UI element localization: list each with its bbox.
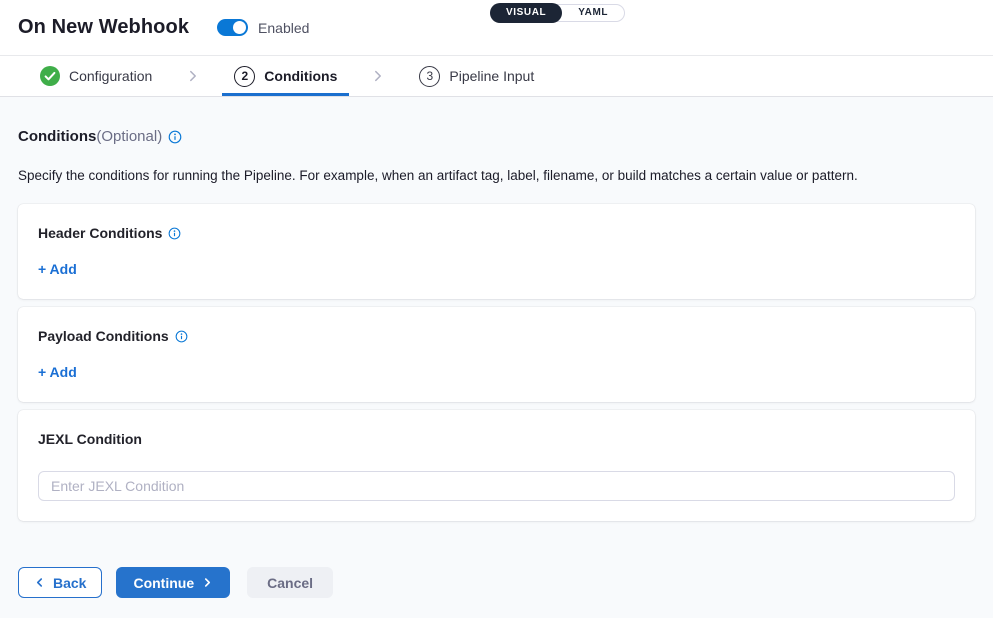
conditions-panel: Conditions (Optional) Specify the condit… [0,97,993,618]
conditions-heading-row: Conditions (Optional) [18,97,975,145]
add-payload-condition-button[interactable]: + Add [38,364,77,380]
info-icon[interactable] [175,330,188,343]
check-circle-icon [40,66,60,86]
cancel-button-label: Cancel [267,575,313,591]
yaml-mode-button[interactable]: YAML [562,4,624,22]
step-pipeline-input[interactable]: 3 Pipeline Input [407,56,546,96]
optional-label: (Optional) [96,128,162,145]
enabled-toggle-label: Enabled [258,20,309,36]
back-button-label: Back [53,575,86,591]
conditions-description: Specify the conditions for running the P… [18,168,975,183]
chevron-right-icon [371,69,385,83]
conditions-heading: Conditions [18,128,96,145]
header-conditions-card: Header Conditions + Add [18,204,975,299]
jexl-condition-card: JEXL Condition [18,410,975,521]
add-header-condition-button[interactable]: + Add [38,261,77,277]
step-label: Conditions [264,68,337,84]
visual-yaml-switch: VISUAL YAML [490,4,625,22]
step-label: Configuration [69,68,152,84]
webhook-wizard-page: On New Webhook Enabled VISUAL YAML Confi… [0,0,993,619]
step-label: Pipeline Input [449,68,534,84]
jexl-condition-title-row: JEXL Condition [38,431,955,447]
page-title: On New Webhook [18,16,189,39]
step-conditions[interactable]: 2 Conditions [222,56,349,96]
info-icon[interactable] [168,130,182,144]
wizard-footer: Back Continue Cancel [18,567,975,598]
enabled-toggle[interactable] [217,19,248,36]
header-conditions-title: Header Conditions [38,225,162,241]
step-number: 3 [419,66,440,87]
chevron-left-icon [34,577,45,588]
step-configuration[interactable]: Configuration [28,56,164,96]
enabled-toggle-group: Enabled [217,19,309,36]
toggle-knob [233,21,246,34]
payload-conditions-card: Payload Conditions + Add [18,307,975,402]
stepper: Configuration 2 Conditions 3 Pipeline In… [0,56,993,97]
payload-conditions-title-row: Payload Conditions [38,328,955,344]
back-button[interactable]: Back [18,567,102,598]
chevron-right-icon [186,69,200,83]
jexl-condition-title: JEXL Condition [38,431,142,447]
page-header: On New Webhook Enabled VISUAL YAML [0,0,993,56]
chevron-right-icon [202,577,213,588]
payload-conditions-title: Payload Conditions [38,328,169,344]
jexl-condition-input[interactable] [38,471,955,501]
info-icon[interactable] [168,227,181,240]
step-number: 2 [234,66,255,87]
cancel-button[interactable]: Cancel [247,567,333,598]
continue-button[interactable]: Continue [116,567,230,598]
visual-mode-button[interactable]: VISUAL [490,3,562,23]
header-conditions-title-row: Header Conditions [38,225,955,241]
continue-button-label: Continue [133,575,194,591]
